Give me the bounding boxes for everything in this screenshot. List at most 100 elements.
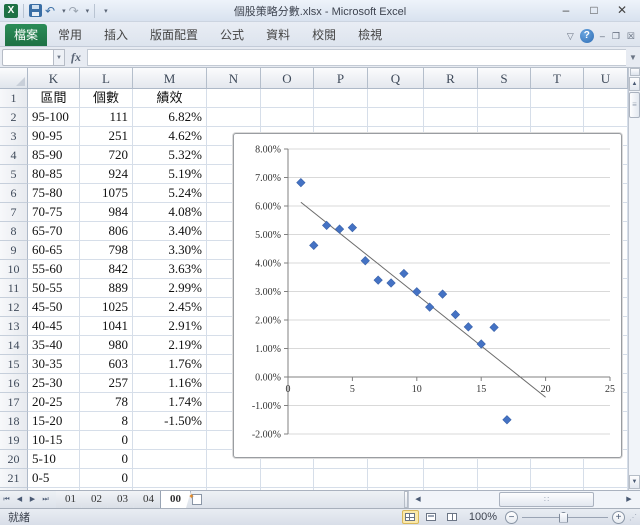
cell[interactable]: 603 <box>80 355 133 374</box>
workbook-restore-icon[interactable]: ❐ <box>612 31 621 42</box>
cell[interactable]: 35-40 <box>28 336 80 355</box>
vertical-scroll-thumb[interactable] <box>629 92 640 118</box>
cell[interactable]: 889 <box>80 279 133 298</box>
select-all-button[interactable] <box>0 68 28 89</box>
row-header[interactable]: 13 <box>0 317 28 336</box>
next-sheet-icon[interactable]: ▶ <box>26 491 39 508</box>
cell[interactable]: 60-65 <box>28 241 80 260</box>
column-header[interactable]: Q <box>368 68 424 89</box>
cell[interactable] <box>478 108 531 127</box>
column-header[interactable]: N <box>207 68 261 89</box>
cell[interactable]: 25-30 <box>28 374 80 393</box>
column-header[interactable]: P <box>314 68 368 89</box>
cell[interactable]: 1075 <box>80 184 133 203</box>
row-header[interactable]: 19 <box>0 431 28 450</box>
customize-qat-icon[interactable]: ▾ <box>100 7 108 15</box>
data-point[interactable] <box>334 224 345 234</box>
vertical-scrollbar[interactable]: ▲ ▼ <box>628 68 640 490</box>
sheet-tab-03[interactable]: 03 <box>108 491 138 508</box>
row-header[interactable]: 15 <box>0 355 28 374</box>
cell[interactable] <box>207 108 261 127</box>
prev-sheet-icon[interactable]: ◀ <box>13 491 26 508</box>
cell[interactable]: 0 <box>80 431 133 450</box>
data-point[interactable] <box>399 268 409 279</box>
formula-input[interactable] <box>87 48 626 66</box>
zoom-in-button[interactable]: + <box>612 510 625 524</box>
cell[interactable]: 45-50 <box>28 298 80 317</box>
data-point[interactable] <box>412 287 422 297</box>
save-icon[interactable] <box>29 4 42 17</box>
data-point[interactable] <box>296 178 306 188</box>
column-header[interactable]: U <box>584 68 628 89</box>
ribbon-tab[interactable]: 校閱 <box>301 24 347 46</box>
minimize-button[interactable]: – <box>552 0 580 20</box>
scroll-right-icon[interactable]: ▶ <box>622 492 636 507</box>
tab-file[interactable]: 檔案 <box>5 24 47 46</box>
zoom-slider[interactable] <box>522 511 608 524</box>
data-point[interactable] <box>502 415 512 425</box>
ribbon-tab[interactable]: 資料 <box>255 24 301 46</box>
cell[interactable]: 2.91% <box>133 317 207 336</box>
zoom-out-button[interactable]: − <box>505 510 518 524</box>
cell[interactable] <box>207 469 261 488</box>
help-icon[interactable]: ? <box>579 29 594 43</box>
row-header[interactable]: 2 <box>0 108 28 127</box>
cell[interactable]: 3.30% <box>133 241 207 260</box>
column-header[interactable]: L <box>80 68 133 89</box>
cell[interactable] <box>261 108 314 127</box>
redo-icon[interactable]: ↷ <box>69 4 79 18</box>
row-header[interactable]: 10 <box>0 260 28 279</box>
sheet-tab-01[interactable]: 01 <box>56 491 86 508</box>
data-point[interactable] <box>309 240 319 250</box>
cell[interactable]: -1.50% <box>133 412 207 431</box>
cell[interactable]: 95-100 <box>28 108 80 127</box>
ribbon-tab[interactable]: 公式 <box>209 24 255 46</box>
cell[interactable]: 4.62% <box>133 127 207 146</box>
cell[interactable]: 個數 <box>80 89 133 108</box>
workbook-close-icon[interactable]: ☒ <box>627 31 636 42</box>
ribbon-tab[interactable]: 插入 <box>93 24 139 46</box>
sheet-tab-04[interactable]: 04 <box>134 491 164 508</box>
cell[interactable]: 50-55 <box>28 279 80 298</box>
first-sheet-icon[interactable]: ⏮ <box>0 491 13 508</box>
cell[interactable]: 8 <box>80 412 133 431</box>
column-header[interactable]: M <box>133 68 207 89</box>
cell[interactable]: 2.99% <box>133 279 207 298</box>
cell[interactable]: 6.82% <box>133 108 207 127</box>
undo-dropdown-icon[interactable]: ▾ <box>58 7 66 15</box>
normal-view-button[interactable] <box>401 510 419 524</box>
cell[interactable] <box>314 469 368 488</box>
zoom-level[interactable]: 100% <box>469 511 497 523</box>
data-point[interactable] <box>463 322 473 332</box>
horizontal-scroll-thumb[interactable]: ∷ <box>499 492 594 507</box>
cell[interactable]: 924 <box>80 165 133 184</box>
scroll-left-icon[interactable]: ◀ <box>411 492 425 507</box>
scatter-chart[interactable]: -2.00% -1.00% 0.00% 1.00% 2.00% 3.00% 4.00% 5.0… <box>233 133 622 458</box>
cell[interactable] <box>133 469 207 488</box>
cell[interactable]: 2.19% <box>133 336 207 355</box>
column-header[interactable]: T <box>531 68 584 89</box>
redo-dropdown-icon[interactable]: ▾ <box>82 7 90 15</box>
data-point[interactable] <box>360 256 370 266</box>
data-point[interactable] <box>373 275 383 285</box>
last-sheet-icon[interactable]: ⏭ <box>39 491 52 508</box>
data-point[interactable] <box>450 309 461 320</box>
ribbon-collapse-icon[interactable]: ▽ <box>567 31 574 42</box>
cell[interactable] <box>584 469 628 488</box>
cell[interactable]: 85-90 <box>28 146 80 165</box>
cell[interactable]: 5-10 <box>28 450 80 469</box>
row-header[interactable]: 12 <box>0 298 28 317</box>
scroll-down-icon[interactable]: ▼ <box>629 475 640 489</box>
row-header[interactable]: 7 <box>0 203 28 222</box>
cell[interactable]: 區間 <box>28 89 80 108</box>
cell[interactable]: 4.08% <box>133 203 207 222</box>
cell[interactable]: 5.32% <box>133 146 207 165</box>
ribbon-tab[interactable]: 常用 <box>47 24 93 46</box>
cell[interactable]: 3.63% <box>133 260 207 279</box>
horizontal-scrollbar[interactable]: ◀ ∷ ▶ <box>408 491 640 508</box>
cell[interactable]: 257 <box>80 374 133 393</box>
cell[interactable]: 984 <box>80 203 133 222</box>
insert-worksheet-button[interactable]: ✦ <box>187 491 211 508</box>
formula-bar-expand-icon[interactable]: ▼ <box>626 53 640 62</box>
cell[interactable]: 842 <box>80 260 133 279</box>
